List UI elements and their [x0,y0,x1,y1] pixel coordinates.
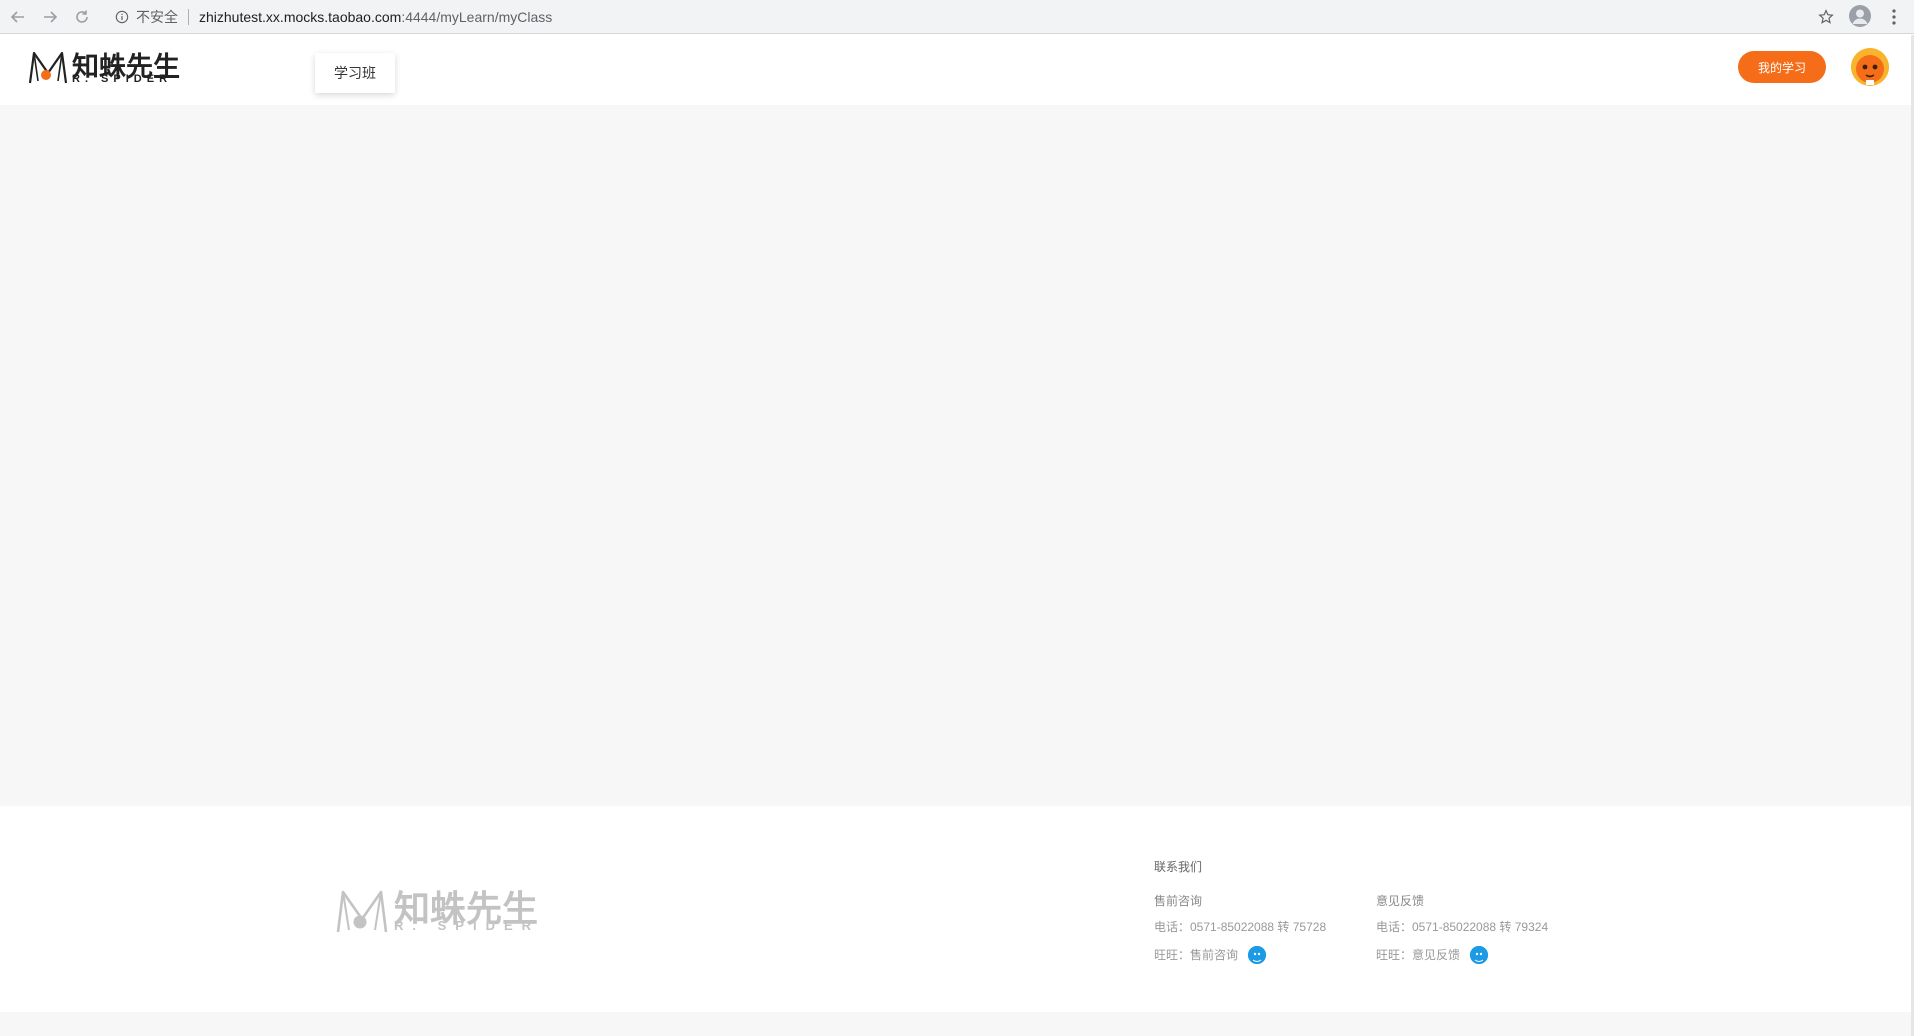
info-icon[interactable] [114,9,130,25]
forward-icon[interactable] [34,1,66,33]
reload-icon[interactable] [66,1,98,33]
feedback-wangwang-label: 旺旺：意见反馈 [1376,948,1461,962]
footer-logo: 知蛛先生 R. SPIDER [334,886,538,936]
avatar[interactable] [1851,48,1889,86]
address-separator [188,9,189,25]
feedback-phone: 电话：0571-85022088 转 79324 [1376,920,1549,934]
security-label: 不安全 [136,9,178,25]
site-logo[interactable]: 知蛛先生 R. SPIDER [26,47,180,87]
wangwang-chat-icon[interactable] [1470,946,1489,964]
presale-title: 售前咨询 [1154,894,1203,908]
feedback-title: 意见反馈 [1376,894,1425,908]
profile-icon[interactable] [1849,5,1871,27]
bottom-strip [0,1012,1914,1036]
presale-phone: 电话：0571-85022088 转 75728 [1154,920,1327,934]
presale-contact: 售前咨询 电话：0571-85022088 转 75728 旺旺：售前咨询 [1154,894,1326,964]
browser-toolbar: 不安全 zhizhutest.xx.mocks.taobao.com:4444/… [0,0,1914,34]
site-footer: 知蛛先生 R. SPIDER 联系我们 售前咨询 电话：0571-8502208… [0,806,1914,1012]
back-icon[interactable] [2,1,34,33]
url-path: :4444/myLearn/myClass [401,9,553,25]
site-header: 知蛛先生 R. SPIDER 学习班 我的学习 [0,35,1914,105]
tab-study-class[interactable]: 学习班 [315,53,395,93]
footer-spider-logo-icon [336,890,388,933]
presale-wangwang-label: 旺旺：售前咨询 [1154,948,1239,962]
address-bar[interactable]: 不安全 zhizhutest.xx.mocks.taobao.com:4444/… [104,4,1840,30]
wangwang-chat-icon[interactable] [1248,946,1267,964]
footer-logo-text-en: R. SPIDER [394,918,541,933]
star-icon[interactable] [1816,7,1836,27]
contact-us-title: 联系我们 [1154,860,1203,874]
url-host: zhizhutest.xx.mocks.taobao.com [199,9,402,25]
main-content [0,105,1914,806]
feedback-wangwang: 旺旺：意见反馈 [1376,946,1548,964]
feedback-contact: 意见反馈 电话：0571-85022088 转 79324 旺旺：意见反馈 [1376,894,1548,964]
menu-icon[interactable] [1886,6,1902,28]
spider-logo-icon [28,51,68,84]
logo-text-en: R. SPIDER [72,73,173,85]
presale-wangwang: 旺旺：售前咨询 [1154,946,1326,964]
my-learning-button[interactable]: 我的学习 [1738,51,1826,83]
